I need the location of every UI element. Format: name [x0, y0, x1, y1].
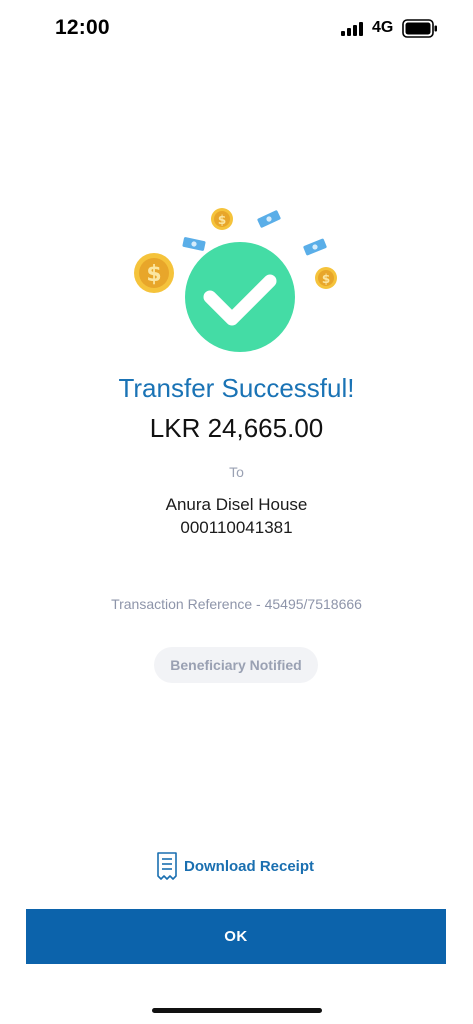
beneficiary-name: Anura Disel House — [165, 495, 308, 514]
dollar-coin-icon: $ — [315, 267, 337, 289]
svg-text:$: $ — [322, 272, 330, 286]
dollar-coin-icon: $ — [134, 253, 174, 293]
status-time: 12:00 — [55, 16, 110, 39]
home-indicator[interactable] — [152, 1008, 322, 1013]
receipt-icon — [157, 852, 177, 880]
status-bar: 12:00 4G — [0, 0, 473, 56]
transfer-amount: LKR 24,665.00 — [149, 413, 324, 443]
network-type-label: 4G — [372, 19, 394, 36]
success-illustration: $ $ $ — [134, 208, 337, 352]
cellular-signal-icon — [341, 22, 363, 36]
ok-button[interactable]: OK — [26, 909, 446, 964]
success-title: Transfer Successful! — [118, 373, 355, 403]
download-receipt-link[interactable]: Download Receipt — [156, 851, 314, 881]
svg-text:$: $ — [146, 262, 161, 287]
banknote-icon — [303, 238, 327, 256]
banknote-icon — [257, 210, 281, 228]
battery-icon — [402, 19, 437, 38]
to-label: To — [229, 464, 244, 480]
beneficiary-notified-badge: Beneficiary Notified — [154, 647, 318, 683]
svg-text:$: $ — [218, 213, 226, 227]
banknote-icon — [182, 237, 206, 251]
beneficiary-account-number: 000110041381 — [180, 518, 293, 537]
checkmark-circle-icon — [185, 242, 295, 352]
download-receipt-label: Download Receipt — [184, 857, 315, 875]
transaction-reference: Transaction Reference - 45495/7518666 — [111, 596, 362, 612]
dollar-coin-icon: $ — [211, 208, 233, 230]
